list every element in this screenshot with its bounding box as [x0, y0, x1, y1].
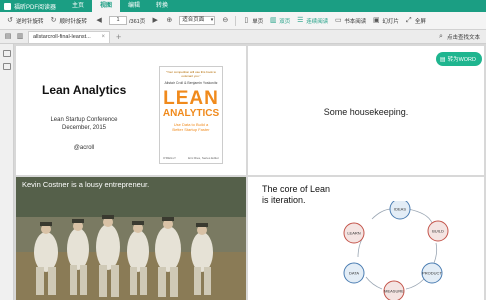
zoom-in-button[interactable]: ⊕ — [165, 17, 173, 25]
find-text-label: 点击查找文本 — [446, 34, 480, 41]
zoom-out-icon: ⊖ — [222, 16, 229, 24]
cycle-node-label-data: DATA — [349, 271, 359, 276]
document-tab-label: allstarcroll-final-leanst... — [33, 34, 91, 40]
page-total: /361页 — [129, 18, 146, 25]
document-tab-bar: ▤ ▥ allstarcroll-final-leanst... × + ⌕ 点… — [0, 30, 486, 44]
slideshow-label: 幻灯片 — [382, 18, 399, 25]
lean-cycle-heading: The core of Lean is iteration. — [262, 184, 330, 206]
double-page-label: 双页 — [279, 18, 291, 25]
double-page-button[interactable]: ▥ 双页 — [269, 17, 290, 25]
tab-convert[interactable]: 转换 — [148, 0, 176, 12]
zoom-in-icon: ⊕ — [166, 16, 173, 24]
next-page-icon: ▶ — [152, 16, 158, 24]
slide-housekeeping: Some housekeeping. ▤ 转为WORD — [248, 46, 484, 175]
cycle-node-label-product: PRODUCT — [422, 271, 442, 276]
zoom-out-button[interactable]: ⊖ — [221, 17, 229, 25]
rotate-left-button[interactable]: ↺ 逆时针旋转 — [6, 16, 44, 25]
cycle-node-label-learn: LEARN — [347, 231, 360, 236]
book-title-analytics: ANALYTICS — [162, 108, 220, 119]
book-authors: Alistair Croll & Benjamin Yoskovitz — [164, 81, 218, 85]
thumbnails-icon[interactable] — [2, 50, 11, 57]
lean-cycle-line-1: The core of Lean — [262, 184, 331, 194]
book-mode-label: 书本阅读 — [344, 18, 367, 25]
book-cover: "Your competition will use this book to … — [159, 66, 223, 164]
zoom-select[interactable]: 适合页面 — [179, 16, 216, 25]
book-publisher: O'REILLY — [163, 156, 177, 160]
tab-edit[interactable]: 编辑 — [120, 0, 148, 12]
fullscreen-button[interactable]: ⤢ 全屏 — [405, 17, 426, 25]
double-page-icon: ▥ — [269, 16, 277, 24]
bookmark-icon[interactable] — [2, 63, 11, 70]
fullscreen-icon: ⤢ — [406, 16, 412, 24]
book-title-lean: LEAN — [163, 88, 219, 109]
book-icon: ▭ — [334, 16, 342, 24]
rotate-cw-icon: ↻ — [50, 16, 57, 24]
app-title-area: 福昕PDF阅读器 — [0, 2, 64, 11]
book-tagline-2: Better Startup Faster — [172, 127, 210, 132]
photo-caption: Kevin Costner is a lousy entrepreneur. — [22, 180, 150, 189]
title-bar: 福昕PDF阅读器 主页 视图 编辑 转换 — [0, 0, 486, 12]
left-side-panel — [0, 44, 14, 300]
conference-date: December, 2015 — [61, 125, 107, 131]
page-number-input[interactable]: 1 — [109, 16, 128, 25]
twitter-handle: @acroll — [73, 145, 95, 151]
convert-to-word-label: 转为WORD — [447, 57, 476, 63]
cycle-node-label-measure: MEASURE — [384, 289, 404, 294]
book-publisher-line: O'REILLY Eric Ries, Series Editor — [163, 156, 219, 160]
close-tab-icon[interactable]: × — [101, 34, 105, 40]
word-doc-icon: ▤ — [439, 56, 446, 63]
build-measure-learn-diagram: IDEAS BUILD PRODUCT MEASURE DATA LEARN — [343, 201, 449, 300]
tab-view[interactable]: 视图 — [92, 0, 121, 12]
slideshow-icon: ▣ — [373, 16, 380, 24]
document-tab[interactable]: allstarcroll-final-leanst... × — [28, 30, 110, 43]
rotate-right-button[interactable]: ↻ 顺时针旋转 — [50, 16, 88, 25]
slide-lean-cycle: The core of Lean is iteration. IDEAS BUIL… — [248, 177, 484, 300]
search-icon: ⌕ — [439, 32, 443, 40]
app-title: 福昕PDF阅读器 — [14, 4, 57, 11]
baseball-players-photo — [16, 177, 246, 300]
lean-cycle-line-2: is iteration. — [262, 195, 306, 205]
rotate-right-label: 顺时针旋转 — [59, 18, 88, 25]
slide-title-heading: Lean Analytics — [42, 83, 127, 97]
continuous-icon: ☰ — [297, 16, 304, 24]
single-page-button[interactable]: ▯ 单页 — [242, 17, 263, 25]
add-tab-icon[interactable]: + — [116, 32, 121, 42]
book-tagline: Use Data to Build a Better Startup Faste… — [160, 122, 222, 132]
slide-conference-info: Lean Startup Conference December, 2015 — [30, 116, 138, 132]
open-file-icon[interactable]: ▤ — [4, 33, 12, 41]
rotate-ccw-icon: ↺ — [7, 16, 13, 24]
continuous-label: 连续阅读 — [306, 18, 329, 25]
app-logo-icon — [4, 2, 11, 10]
zoom-value: 适合页面 — [179, 16, 216, 25]
document-canvas[interactable]: Lean Analytics Lean Startup Conference D… — [14, 44, 486, 300]
single-page-label: 单页 — [252, 18, 264, 25]
fullscreen-label: 全屏 — [414, 18, 426, 25]
page-navigator: 1 /361页 — [109, 16, 145, 25]
slide-baseball-photo: Kevin Costner is a lousy entrepreneur. — [16, 177, 246, 300]
prev-page-icon: ◀ — [96, 16, 102, 24]
convert-to-word-button[interactable]: ▤ 转为WORD — [435, 52, 482, 66]
slideshow-button[interactable]: ▣ 幻灯片 — [372, 17, 399, 25]
rotate-left-label: 逆时针旋转 — [16, 18, 44, 25]
slide-title: Lean Analytics Lean Startup Conference D… — [16, 46, 246, 175]
toolbar-divider — [235, 15, 237, 26]
save-icon[interactable]: ▥ — [16, 33, 24, 41]
cycle-node-label-build: BUILD — [432, 229, 444, 234]
book-series: Eric Ries, Series Editor — [188, 156, 219, 160]
find-text-button[interactable]: ⌕ 点击查找文本 — [437, 33, 480, 41]
book-mode-button[interactable]: ▭ 书本阅读 — [334, 17, 366, 25]
book-quote: "Your competition will use this book to … — [165, 70, 217, 78]
single-page-icon: ▯ — [244, 16, 249, 24]
view-toolbar: ↺ 逆时针旋转 ↻ 顺时针旋转 ◀ 1 /361页 ▶ ⊕ 适合页面 ⊖ ▯ 单… — [0, 12, 486, 30]
conference-name: Lean Startup Conference — [50, 117, 118, 123]
prev-page-button[interactable]: ◀ — [95, 17, 103, 25]
tab-home[interactable]: 主页 — [64, 0, 92, 12]
continuous-button[interactable]: ☰ 连续阅读 — [296, 17, 328, 25]
cycle-node-label-ideas: IDEAS — [394, 207, 406, 212]
next-page-button[interactable]: ▶ — [151, 17, 159, 25]
housekeeping-text: Some housekeeping. — [323, 107, 409, 117]
